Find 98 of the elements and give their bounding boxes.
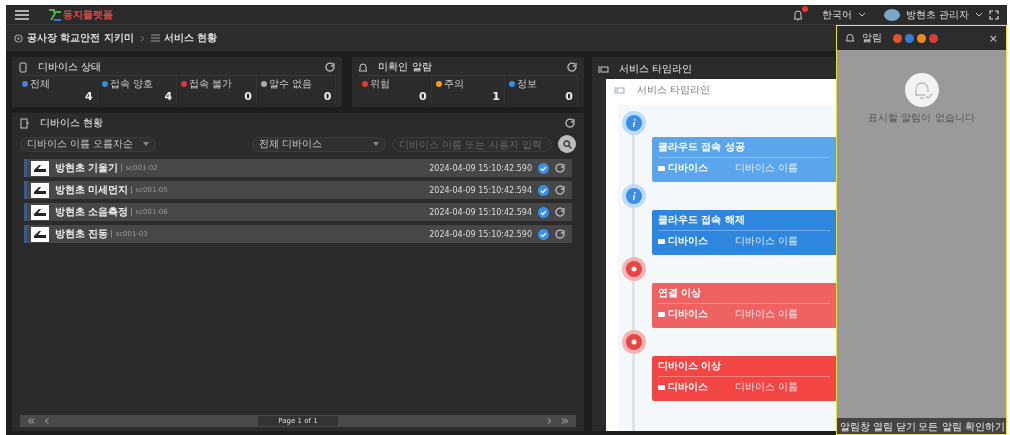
stat-label: 접속 불가 [189,76,233,91]
device-name: 방현초 기울기 [55,161,119,175]
close-button[interactable]: × [988,31,998,45]
device-name: 방현초 미세먼지 [55,183,129,197]
dropdown[interactable]: 디바이스 이름 오름차순 [20,136,156,152]
event-value: 디바이스 이름 [735,308,799,320]
refresh-icon[interactable] [555,229,566,239]
filter-toggle[interactable] [893,33,902,43]
event-title: 클라우드 접속 해제 [658,213,830,231]
device-icon [658,165,665,171]
device-icon [658,384,665,390]
timestamp: 2024-04-09 15:10:42.590 [429,163,532,173]
timeline-icon [598,64,609,74]
footer-button[interactable]: 모든 알림 확인하기 [918,419,1005,433]
timeline-title: 서비스 타임라인 [637,83,711,97]
refresh-icon[interactable] [555,185,566,195]
fullscreen-icon[interactable] [989,9,999,20]
refresh-icon[interactable] [325,62,337,72]
bell-icon [358,61,369,73]
filter-toggle[interactable] [929,33,938,43]
stat-label: 알수 없음 [268,76,312,91]
search-icon [562,139,572,149]
event-value: 디바이스 이름 [735,381,799,393]
refresh-icon[interactable] [567,62,578,72]
refresh-icon[interactable] [555,207,566,217]
caret-icon [373,142,379,146]
device-icon [20,117,30,129]
event-value: 디바이스 이름 [735,162,799,174]
list-icon [150,34,160,42]
stat-value: 0 [417,90,427,104]
timestamp: 2024-04-09 15:10:42.594 [429,207,532,217]
event-value: 디바이스 이름 [735,235,799,247]
device-name: 방현초 진동 [55,227,109,241]
stat-label: 정보 [516,76,537,91]
menu-icon[interactable] [14,8,30,21]
first-page-button[interactable] [26,418,36,424]
refresh-icon[interactable] [555,163,566,173]
panel-title: 알림 [862,31,882,45]
device-name: 방현초 소음측정 [55,205,129,219]
notification-dot [801,5,808,12]
double-chevron-right-icon [561,418,569,424]
chevron-down-icon[interactable] [857,11,866,18]
device-icon [658,311,665,317]
dropdown[interactable]: 전체 디바이스 [252,136,386,152]
card-title: 서비스 타임라인 [619,62,693,76]
info-marker-icon [622,184,646,208]
filter-toggle[interactable] [905,33,914,43]
double-chevron-left-icon [27,418,35,424]
event-title: 연결 이상 [658,286,830,304]
timestamp: 2024-04-09 15:10:42.590 [429,229,532,239]
timeline-icon [614,85,625,95]
stat-label: 주의 [443,76,464,91]
gear-icon [14,33,23,43]
bell-check-icon [904,73,939,107]
stat-value: 0 [564,90,573,104]
chevron-left-icon [43,418,51,424]
info-marker-icon [622,111,646,135]
last-page-button[interactable] [560,418,570,424]
language-select[interactable]: 한국어 [821,7,852,22]
chevron-right-icon [545,418,553,424]
bell-icon[interactable] [791,8,804,21]
stat-value: 4 [83,90,93,104]
phone-icon [18,61,28,73]
event-title: 디바이스 이상 [658,359,830,377]
filter-toggle[interactable] [917,33,926,43]
stat-value: 0 [322,90,332,104]
empty-message: 표시할 알림이 없습니다 [868,111,975,125]
stat-value: 0 [243,90,252,104]
stat-label: 접속 양호 [109,76,153,91]
logo-text: 동지플랫폼 [63,7,113,22]
chevron-down-icon[interactable] [975,11,983,18]
caret-icon [143,142,149,146]
event-label: 디바이스 [668,162,709,174]
card-title: 디바이스 현황 [40,116,104,130]
avatar [883,8,900,21]
error-marker-icon [622,330,646,354]
event-label: 디바이스 [668,381,709,393]
event-title: 클라우드 접속 성공 [658,140,830,158]
refresh-icon[interactable] [565,118,576,128]
footer-button[interactable]: 알림창 열림 닫기 [840,419,917,433]
card-title: 디바이스 상태 [38,60,102,74]
event-label: 디바이스 [668,308,709,320]
user-name[interactable]: 방현초 관리자 [905,7,969,22]
timestamp: 2024-04-09 15:10:42.594 [429,185,532,195]
breadcrumb-item[interactable]: 공사장 학교안전 지키미 [27,31,134,45]
stat-value: 1 [491,90,500,104]
search-button[interactable] [558,135,576,153]
card-title: 미확인 알람 [378,60,432,74]
logo-icon [48,8,62,21]
device-icon [658,238,665,244]
stat-value: 4 [163,90,173,104]
error-marker-icon [622,257,646,281]
event-label: 디바이스 [668,235,709,247]
bell-icon [845,33,855,43]
breadcrumb-item[interactable]: 서비스 현황 [163,31,218,45]
stat-label: 위험 [370,76,391,91]
stat-label: 전체 [30,76,50,91]
chevron-right-icon [139,34,145,42]
